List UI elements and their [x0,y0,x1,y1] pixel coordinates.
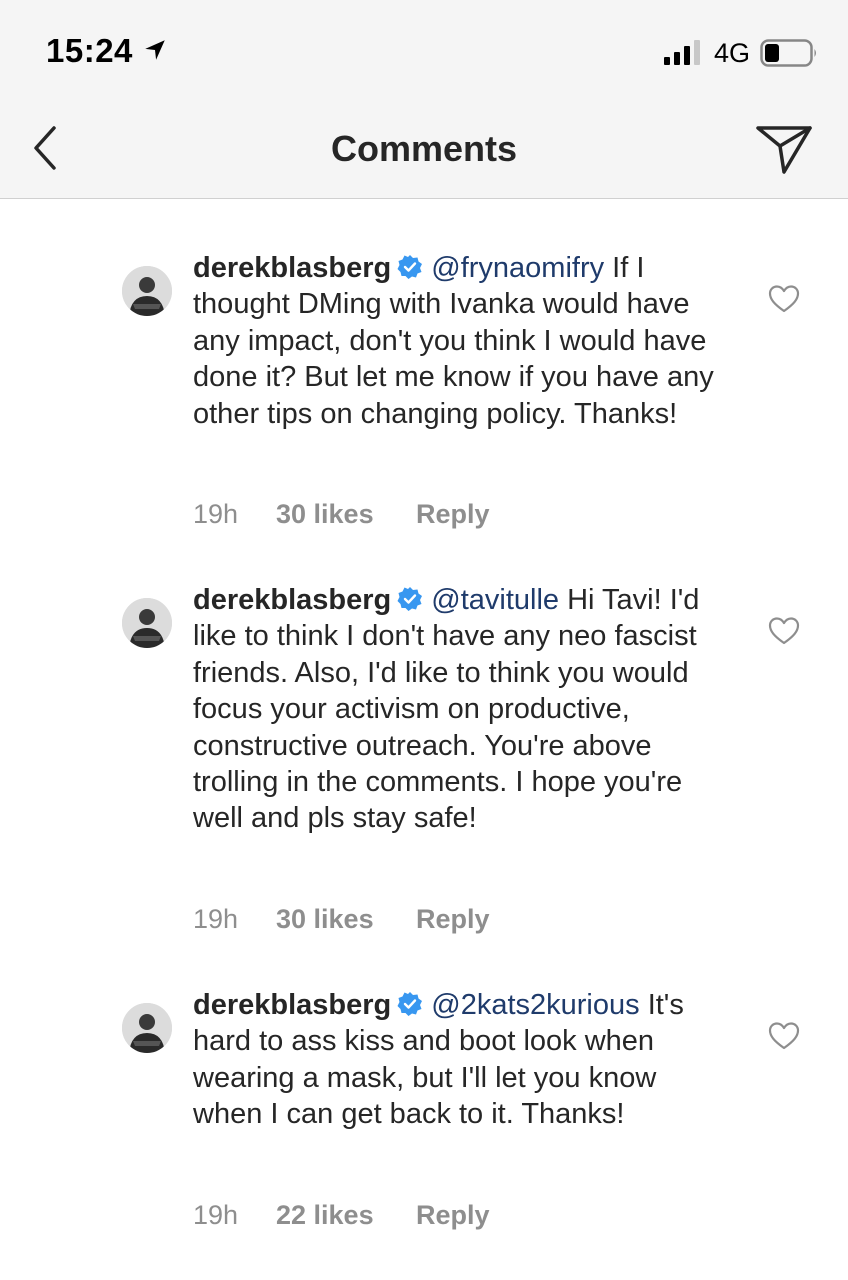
avatar[interactable] [122,266,172,316]
like-heart-icon[interactable] [768,284,800,314]
comment-text: derekblasberg @2kats2kurious It's hard to… [193,987,733,1133]
signal-icon [664,40,700,65]
comment-username[interactable]: derekblasberg [193,252,391,284]
share-button[interactable] [752,122,816,178]
avatar-image [122,598,172,648]
battery-icon [760,39,816,67]
avatar-image [122,1003,172,1053]
comment-likes-count[interactable]: 30 likes [276,904,374,935]
status-bar: 15:24 4G [0,0,848,100]
avatar[interactable] [122,598,172,648]
reply-button[interactable]: Reply [416,499,490,530]
comment-likes-count[interactable]: 22 likes [276,1200,374,1231]
page-title: Comments [330,128,518,169]
reply-button[interactable]: Reply [416,904,490,935]
comment-text: derekblasberg @frynaomifry If I thought D… [193,250,733,432]
header-bar: Comments [0,100,848,199]
network-type-label: 4G [714,38,751,68]
status-time: 15:24 [46,32,133,69]
comment-timestamp: 19h [193,1200,239,1230]
comment-mention[interactable]: @frynaomifry [431,252,604,284]
comment-text: derekblasberg @tavitulle Hi Tavi! I'd lik… [193,582,733,837]
like-heart-icon[interactable] [768,616,800,646]
verified-badge-icon [397,587,423,611]
comment-username[interactable]: derekblasberg [193,584,391,616]
verified-badge-icon [397,992,423,1016]
comment-mention[interactable]: @tavitulle [431,584,559,616]
comment-mention[interactable]: @2kats2kurious [431,989,639,1021]
avatar-image [122,266,172,316]
comment-timestamp: 19h [193,499,239,529]
comment-username[interactable]: derekblasberg [193,989,391,1021]
reply-button[interactable]: Reply [416,1200,490,1231]
comment-message: Hi Tavi! I'd like to think I don't have … [193,584,700,835]
avatar[interactable] [122,1003,172,1053]
like-heart-icon[interactable] [768,1021,800,1051]
location-arrow-icon [145,40,165,60]
comment-likes-count[interactable]: 30 likes [276,499,374,530]
verified-badge-icon [397,255,423,279]
comment-timestamp: 19h [193,904,239,934]
